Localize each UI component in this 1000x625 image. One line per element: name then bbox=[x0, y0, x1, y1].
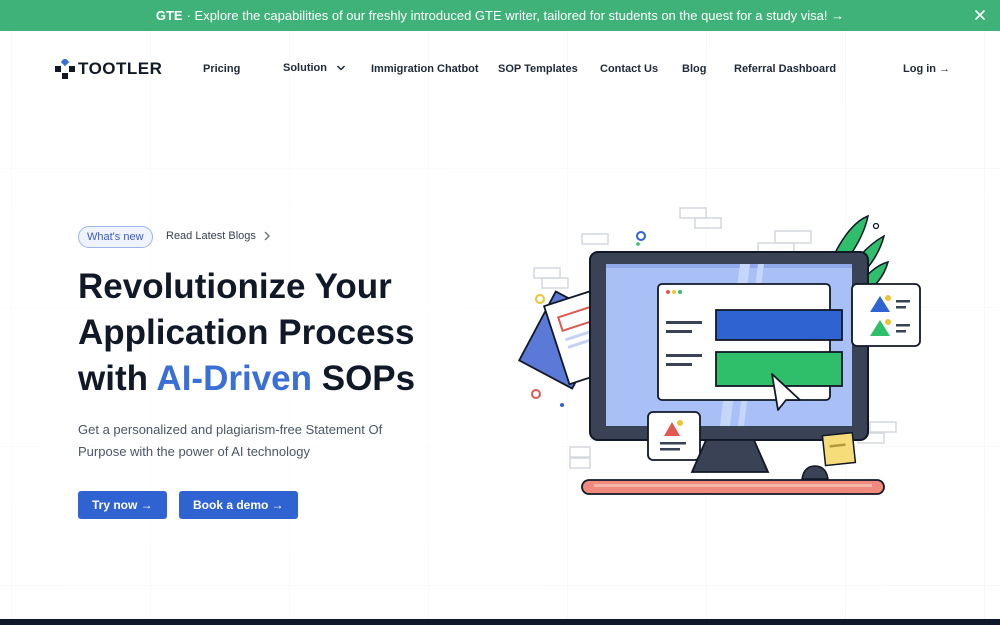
headline-line-3-post: SOPs bbox=[312, 359, 416, 398]
read-latest-blogs-label: Read Latest Blogs bbox=[166, 230, 256, 242]
chevron-right-icon bbox=[264, 231, 270, 241]
nav-contact-us[interactable]: Contact Us bbox=[600, 63, 658, 75]
logo-mark-icon bbox=[55, 59, 75, 79]
logo[interactable]: TOOTLER bbox=[55, 59, 162, 79]
book-demo-button[interactable]: Book a demo → bbox=[179, 491, 298, 519]
try-now-button[interactable]: Try now → bbox=[78, 491, 167, 519]
nav-sop-templates[interactable]: SOP Templates bbox=[498, 63, 578, 75]
login-link[interactable]: Log in → bbox=[903, 63, 950, 75]
headline-accent: AI-Driven bbox=[156, 359, 313, 398]
banner-message[interactable]: · Explore the capabilities of our freshl… bbox=[187, 8, 845, 23]
close-icon[interactable] bbox=[972, 7, 988, 23]
chevron-down-icon bbox=[337, 65, 346, 71]
nav-referral-dashboard[interactable]: Referral Dashboard bbox=[734, 63, 836, 75]
nav-immigration-chatbot[interactable]: Immigration Chatbot bbox=[371, 63, 479, 75]
footer-strip bbox=[0, 619, 1000, 625]
read-latest-blogs-link[interactable]: Read Latest Blogs bbox=[166, 230, 270, 242]
nav-blog[interactable]: Blog bbox=[682, 63, 706, 75]
banner-tag: GTE bbox=[155, 8, 183, 23]
hero-illustration bbox=[517, 207, 921, 495]
logo-text: TOOTLER bbox=[78, 59, 163, 78]
hero-headline: Revolutionize Your Application Process w… bbox=[78, 264, 498, 402]
whats-new-badge[interactable]: What's new bbox=[78, 226, 153, 248]
nav-pricing[interactable]: Pricing bbox=[203, 63, 240, 75]
headline-line-3-pre: with bbox=[78, 359, 157, 398]
headline-line-1: Revolutionize Your bbox=[78, 267, 392, 306]
hero-subtext: Get a personalized and plagiarism-free S… bbox=[78, 422, 383, 459]
headline-line-3: with AI-Driven SOPs bbox=[78, 356, 498, 402]
nav-solution-label: Solution bbox=[283, 62, 327, 74]
nav-solution[interactable]: Solution bbox=[283, 62, 346, 74]
announcement-banner[interactable]: GTE · Explore the capabilities of our fr… bbox=[0, 0, 1000, 31]
top-nav: TOOTLER Pricing Solution Immigration Cha… bbox=[0, 31, 1000, 109]
headline-line-2: Application Process bbox=[78, 313, 415, 352]
